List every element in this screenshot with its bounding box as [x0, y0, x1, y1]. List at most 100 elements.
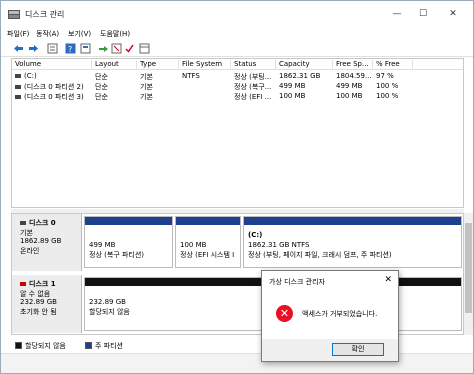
volume-layout: 단순 [95, 93, 108, 101]
volume-status: 정상 (EFI ... [234, 93, 272, 101]
volume-row[interactable]: (디스크 0 파티션 2) 단순 기본 정상 (복구... 499 MB 499… [12, 82, 463, 92]
volume-list: Volume Layout Type File System Status Ca… [11, 58, 464, 208]
disk-1-state: 초기화 안 됨 [20, 308, 57, 316]
volume-file-system: NTFS [182, 72, 200, 80]
menu-file[interactable]: 파일(F) [7, 29, 29, 39]
volume-capacity: 1862.31 GB [279, 72, 321, 80]
column-type[interactable]: Type [137, 60, 179, 70]
volume-name: (디스크 0 파티션 3) [24, 93, 84, 101]
partition-title: (C:) [248, 231, 263, 239]
column-file-system[interactable]: File System [179, 60, 231, 70]
legend-primary: 주 파티션 [95, 342, 123, 350]
disk-0-info[interactable]: 디스크 0 기본 1862.89 GB 온라인 [12, 214, 82, 271]
volume-capacity: 499 MB [279, 82, 306, 90]
error-dialog: 가상 디스크 관리자 ✕ ✕ 액세스가 거부되었습니다. 확인 [261, 270, 399, 362]
disk-0-size: 1862.89 GB [20, 237, 62, 245]
disk-error-icon [20, 282, 26, 286]
volume-row[interactable]: (C:) 단순 기본 NTFS 정상 (부팅... 1862.31 GB 180… [12, 72, 463, 82]
volume-type: 기본 [140, 73, 153, 81]
disk-0-title: 디스크 0 [20, 218, 56, 228]
partition-status: 정상 (복구 파티션) [89, 251, 144, 259]
view-icon[interactable] [139, 43, 150, 54]
disk-management-window: 디스크 관리 — ☐ ✕ 파일(F) 동작(A) 보기(V) 도움말(H) ? … [0, 0, 474, 374]
partition-size: 232.89 GB [89, 298, 126, 306]
title-bar: 디스크 관리 — ☐ ✕ [1, 1, 473, 27]
scrollbar-thumb[interactable] [465, 223, 472, 313]
dialog-footer: 확인 [262, 339, 398, 361]
partition-status: 정상 (EFI 시스템 I [180, 251, 235, 259]
volume-type: 기본 [140, 93, 153, 101]
list-icon[interactable] [47, 43, 58, 54]
volume-name-cell: (디스크 0 파티션 3) [12, 92, 92, 102]
column-free-space[interactable]: Free Sp... [333, 60, 373, 70]
menu-view[interactable]: 보기(V) [68, 29, 91, 39]
volume-layout: 단순 [95, 73, 108, 81]
volume-status: 정상 (복구... [234, 83, 272, 91]
menu-help[interactable]: 도움말(H) [100, 29, 130, 39]
partition-size: 499 MB [89, 241, 116, 249]
error-icon: ✕ [276, 305, 293, 322]
partition-c[interactable]: (C:) 1862.31 GB NTFS 정상 (부팅, 페이지 파일, 크래시… [243, 216, 462, 268]
disk-1-info[interactable]: 디스크 1 알 수 없음 232.89 GB 초기화 안 됨 [12, 275, 82, 333]
primary-partition-bar [85, 217, 172, 225]
ok-button[interactable]: 확인 [332, 343, 384, 356]
volume-name: (C:) [24, 72, 37, 80]
partition-efi[interactable]: 100 MB 정상 (EFI 시스템 I [175, 216, 241, 268]
disk-management-icon [8, 10, 20, 19]
volume-free-space: 100 MB [336, 92, 363, 100]
dialog-close-button[interactable]: ✕ [384, 275, 392, 285]
primary-partition-bar [244, 217, 461, 225]
volume-layout: 단순 [95, 83, 108, 91]
connect-icon[interactable] [98, 43, 109, 54]
partition-size: 100 MB [180, 241, 207, 249]
volume-list-header: Volume Layout Type File System Status Ca… [12, 59, 463, 70]
volume-row[interactable]: (디스크 0 파티션 3) 단순 기본 정상 (EFI ... 100 MB 1… [12, 92, 463, 102]
properties-icon[interactable] [80, 43, 91, 54]
status-bar [1, 353, 473, 373]
volume-percent-free: 100 % [376, 82, 399, 90]
disk-0-state: 온라인 [20, 247, 40, 255]
disk-0-name: 디스크 0 [29, 219, 56, 227]
column-capacity[interactable]: Capacity [276, 60, 333, 70]
disk-map-scrollbar[interactable] [464, 213, 473, 335]
legend-unallocated: 할당되지 않음 [25, 342, 66, 350]
minimize-button[interactable]: — [385, 6, 409, 22]
dialog-title: 가상 디스크 관리자 [269, 278, 325, 286]
volume-name-cell: (디스크 0 파티션 2) [12, 82, 92, 92]
volume-type: 기본 [140, 83, 153, 91]
drive-icon [15, 85, 21, 89]
toolbar: ? [1, 41, 473, 57]
partition-status: 할당되지 않음 [89, 308, 130, 316]
disk-1-title: 디스크 1 [20, 279, 56, 289]
volume-percent-free: 97 % [376, 72, 394, 80]
column-volume[interactable]: Volume [12, 60, 92, 70]
dialog-message: 액세스가 거부되었습니다. [302, 310, 378, 318]
partition-status: 정상 (부팅, 페이지 파일, 크래시 덤프, 주 파티션) [248, 251, 392, 259]
volume-percent-free: 100 % [376, 92, 399, 100]
column-status[interactable]: Status [231, 60, 276, 70]
drive-icon [15, 74, 21, 78]
column-percent-free[interactable]: % Free [373, 60, 413, 70]
column-layout[interactable]: Layout [92, 60, 137, 70]
close-button[interactable]: ✕ [441, 6, 465, 22]
back-icon[interactable] [13, 43, 24, 54]
help-icon[interactable]: ? [65, 43, 76, 54]
volume-free-space: 1804.59... [336, 72, 372, 80]
menu-bar: 파일(F) 동작(A) 보기(V) 도움말(H) [1, 27, 473, 40]
disk-1-size: 232.89 GB [20, 298, 57, 306]
disk-icon [20, 221, 26, 225]
forward-icon[interactable] [28, 43, 39, 54]
partition-recovery[interactable]: 499 MB 정상 (복구 파티션) [84, 216, 173, 268]
check-icon[interactable] [124, 43, 135, 54]
delete-icon[interactable] [111, 43, 122, 54]
disk-1-name: 디스크 1 [29, 280, 56, 288]
svg-text:?: ? [68, 45, 72, 54]
volume-name-cell: (C:) [12, 72, 92, 80]
primary-swatch [85, 342, 92, 349]
window-title: 디스크 관리 [25, 10, 65, 19]
maximize-button[interactable]: ☐ [411, 6, 435, 22]
menu-action[interactable]: 동작(A) [36, 29, 59, 39]
partition-size: 1862.31 GB NTFS [248, 241, 310, 249]
volume-name: (디스크 0 파티션 2) [24, 83, 84, 91]
primary-partition-bar [176, 217, 240, 225]
